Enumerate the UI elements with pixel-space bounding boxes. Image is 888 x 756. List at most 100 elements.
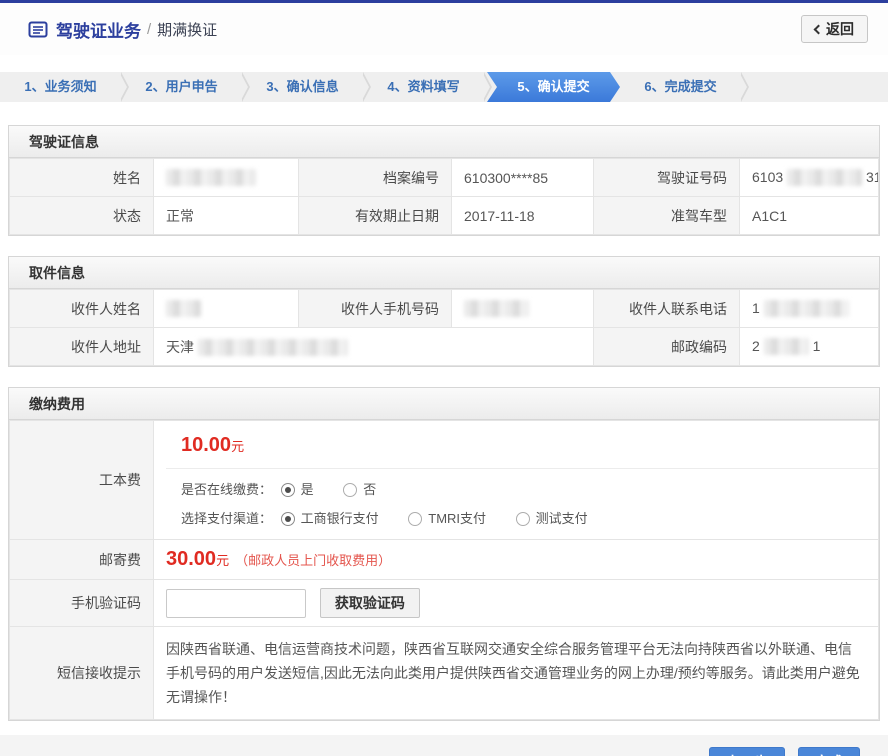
table-row: 状态 正常 有效期止日期 2017-11-18 准驾车型 A1C1 — [10, 197, 879, 235]
online-pay-row: 是否在线缴费： 是 否 — [166, 469, 878, 498]
card-fee-amount: 10.00 — [181, 434, 231, 456]
recipient-address-value: 天津 — [154, 328, 594, 366]
radio-checked-icon — [281, 512, 295, 526]
recipient-mobile-value — [452, 290, 594, 328]
redacted-value — [764, 338, 809, 355]
finish-button[interactable]: 完成 — [798, 747, 860, 756]
radio-channel-icbc[interactable]: 工商银行支付 — [281, 511, 379, 526]
sms-code-value-cell: 获取验证码 — [154, 580, 879, 627]
expiry-label: 有效期止日期 — [299, 197, 452, 235]
recipient-mobile-label: 收件人手机号码 — [299, 290, 452, 328]
sms-code-input[interactable] — [166, 589, 306, 618]
page-header: 驾驶证业务 / 期满换证 返回 — [0, 3, 888, 55]
radio-unchecked-icon — [516, 512, 530, 526]
radio-online-pay-no[interactable]: 否 — [343, 482, 376, 497]
postal-code-label: 邮政编码 — [594, 328, 740, 366]
pay-channel-label: 选择支付渠道： — [181, 508, 277, 527]
radio-channel-tmri[interactable]: TMRI支付 — [408, 511, 486, 526]
postal-code-value: 2 1 — [740, 328, 879, 366]
recipient-name-value — [154, 290, 299, 328]
step-6-complete-submit[interactable]: 6、完成提交 — [620, 72, 741, 102]
vehicle-class-value: A1C1 — [740, 197, 879, 235]
breadcrumb-current: 期满换证 — [157, 19, 217, 40]
radio-unchecked-icon — [408, 512, 422, 526]
currency-unit: 元 — [216, 553, 229, 568]
license-no-value: 6103 3163X — [740, 159, 879, 197]
file-no-label: 档案编号 — [299, 159, 452, 197]
sms-hint-label: 短信接收提示 — [10, 627, 154, 720]
postage-label: 邮寄费 — [10, 540, 154, 580]
previous-step-button[interactable]: 上一步 — [709, 747, 785, 756]
table-row: 短信接收提示 因陕西省联通、电信运营商技术问题，陕西省互联网交通安全综合服务管理… — [10, 627, 879, 720]
license-no-suffix: 3163X — [866, 169, 879, 185]
sms-code-label: 手机验证码 — [10, 580, 154, 627]
step-2-user-declaration[interactable]: 2、用户申告 — [121, 72, 242, 102]
step-1-business-notice[interactable]: 1、业务须知 — [0, 72, 121, 102]
table-row: 姓名 档案编号 610300****85 驾驶证号码 6103 3163X — [10, 159, 879, 197]
radio-label: 测试支付 — [536, 511, 588, 526]
radio-channel-test[interactable]: 测试支付 — [516, 511, 588, 526]
breadcrumb-separator: / — [147, 21, 151, 38]
license-info-section: 驾驶证信息 姓名 档案编号 610300****85 驾驶证号码 6103 31… — [8, 125, 880, 236]
recipient-phone-value: 1 — [740, 290, 879, 328]
pay-channel-row: 选择支付渠道： 工商银行支付 TMRI支付 测试支付 — [166, 498, 878, 539]
postage-value: 30.00元 （邮政人员上门收取费用） — [154, 540, 879, 580]
recipient-phone-prefix: 1 — [752, 300, 760, 316]
step-progress-bar: 1、业务须知 2、用户申告 3、确认信息 4、资料填写 5、确认提交 6、完成提… — [0, 72, 888, 102]
redacted-value — [166, 300, 201, 317]
radio-label: 工商银行支付 — [301, 511, 379, 526]
pickup-info-section: 取件信息 收件人姓名 收件人手机号码 收件人联系电话 1 收件人地址 天津 邮政… — [8, 256, 880, 367]
recipient-phone-label: 收件人联系电话 — [594, 290, 740, 328]
radio-unchecked-icon — [343, 483, 357, 497]
fees-title: 缴纳费用 — [9, 388, 879, 420]
postage-note: （邮政人员上门收取费用） — [235, 553, 391, 568]
redacted-value — [787, 169, 862, 186]
table-row: 收件人地址 天津 邮政编码 2 1 — [10, 328, 879, 366]
get-code-button[interactable]: 获取验证码 — [320, 588, 420, 618]
redacted-value — [764, 300, 849, 317]
license-no-label: 驾驶证号码 — [594, 159, 740, 197]
radio-online-pay-yes[interactable]: 是 — [281, 482, 314, 497]
step-5-confirm-submit-active[interactable]: 5、确认提交 — [487, 72, 620, 102]
pickup-info-title: 取件信息 — [9, 257, 879, 289]
status-value: 正常 — [154, 197, 299, 235]
back-button[interactable]: 返回 — [801, 15, 868, 43]
radio-label: 是 — [301, 482, 314, 497]
currency-unit: 元 — [231, 439, 244, 454]
status-label: 状态 — [10, 197, 154, 235]
table-row: 收件人姓名 收件人手机号码 收件人联系电话 1 — [10, 290, 879, 328]
online-pay-label: 是否在线缴费： — [181, 479, 277, 498]
postal-code-prefix: 2 — [752, 338, 760, 354]
name-label: 姓名 — [10, 159, 154, 197]
card-fee-value: 10.00元 是否在线缴费： 是 否 选择支付渠道： 工商银行支付 TMRI支付… — [154, 421, 879, 540]
redacted-value — [464, 300, 529, 317]
recipient-name-label: 收件人姓名 — [10, 290, 154, 328]
fees-table: 工本费 10.00元 是否在线缴费： 是 否 选择支付渠道： 工商银行支付 TM… — [9, 420, 879, 720]
radio-checked-icon — [281, 483, 295, 497]
license-info-title: 驾驶证信息 — [9, 126, 879, 158]
pickup-info-table: 收件人姓名 收件人手机号码 收件人联系电话 1 收件人地址 天津 邮政编码 2 … — [9, 289, 879, 366]
postal-code-suffix: 1 — [813, 338, 821, 354]
recipient-address-label: 收件人地址 — [10, 328, 154, 366]
recipient-address-prefix: 天津 — [166, 339, 194, 355]
radio-label: 否 — [363, 482, 376, 497]
page-title: 驾驶证业务 — [56, 17, 141, 42]
step-4-fill-data[interactable]: 4、资料填写 — [363, 72, 484, 102]
chevron-left-icon — [814, 24, 824, 34]
card-fee-price: 10.00元 — [166, 421, 878, 469]
table-row: 手机验证码 获取验证码 — [10, 580, 879, 627]
radio-label: TMRI支付 — [428, 511, 486, 526]
footer-action-bar: 上一步 完成 — [0, 735, 888, 756]
vehicle-class-label: 准驾车型 — [594, 197, 740, 235]
name-value — [154, 159, 299, 197]
expiry-value: 2017-11-18 — [452, 197, 594, 235]
license-info-table: 姓名 档案编号 610300****85 驾驶证号码 6103 3163X 状态… — [9, 158, 879, 235]
step-3-confirm-info[interactable]: 3、确认信息 — [242, 72, 363, 102]
redacted-value — [198, 339, 348, 356]
postage-amount: 30.00 — [166, 548, 216, 570]
back-button-label: 返回 — [826, 19, 854, 39]
redacted-value — [166, 169, 256, 186]
card-fee-label: 工本费 — [10, 421, 154, 540]
table-row: 邮寄费 30.00元 （邮政人员上门收取费用） — [10, 540, 879, 580]
sms-hint-text: 因陕西省联通、电信运营商技术问题，陕西省互联网交通安全综合服务管理平台无法向持陕… — [154, 627, 879, 720]
